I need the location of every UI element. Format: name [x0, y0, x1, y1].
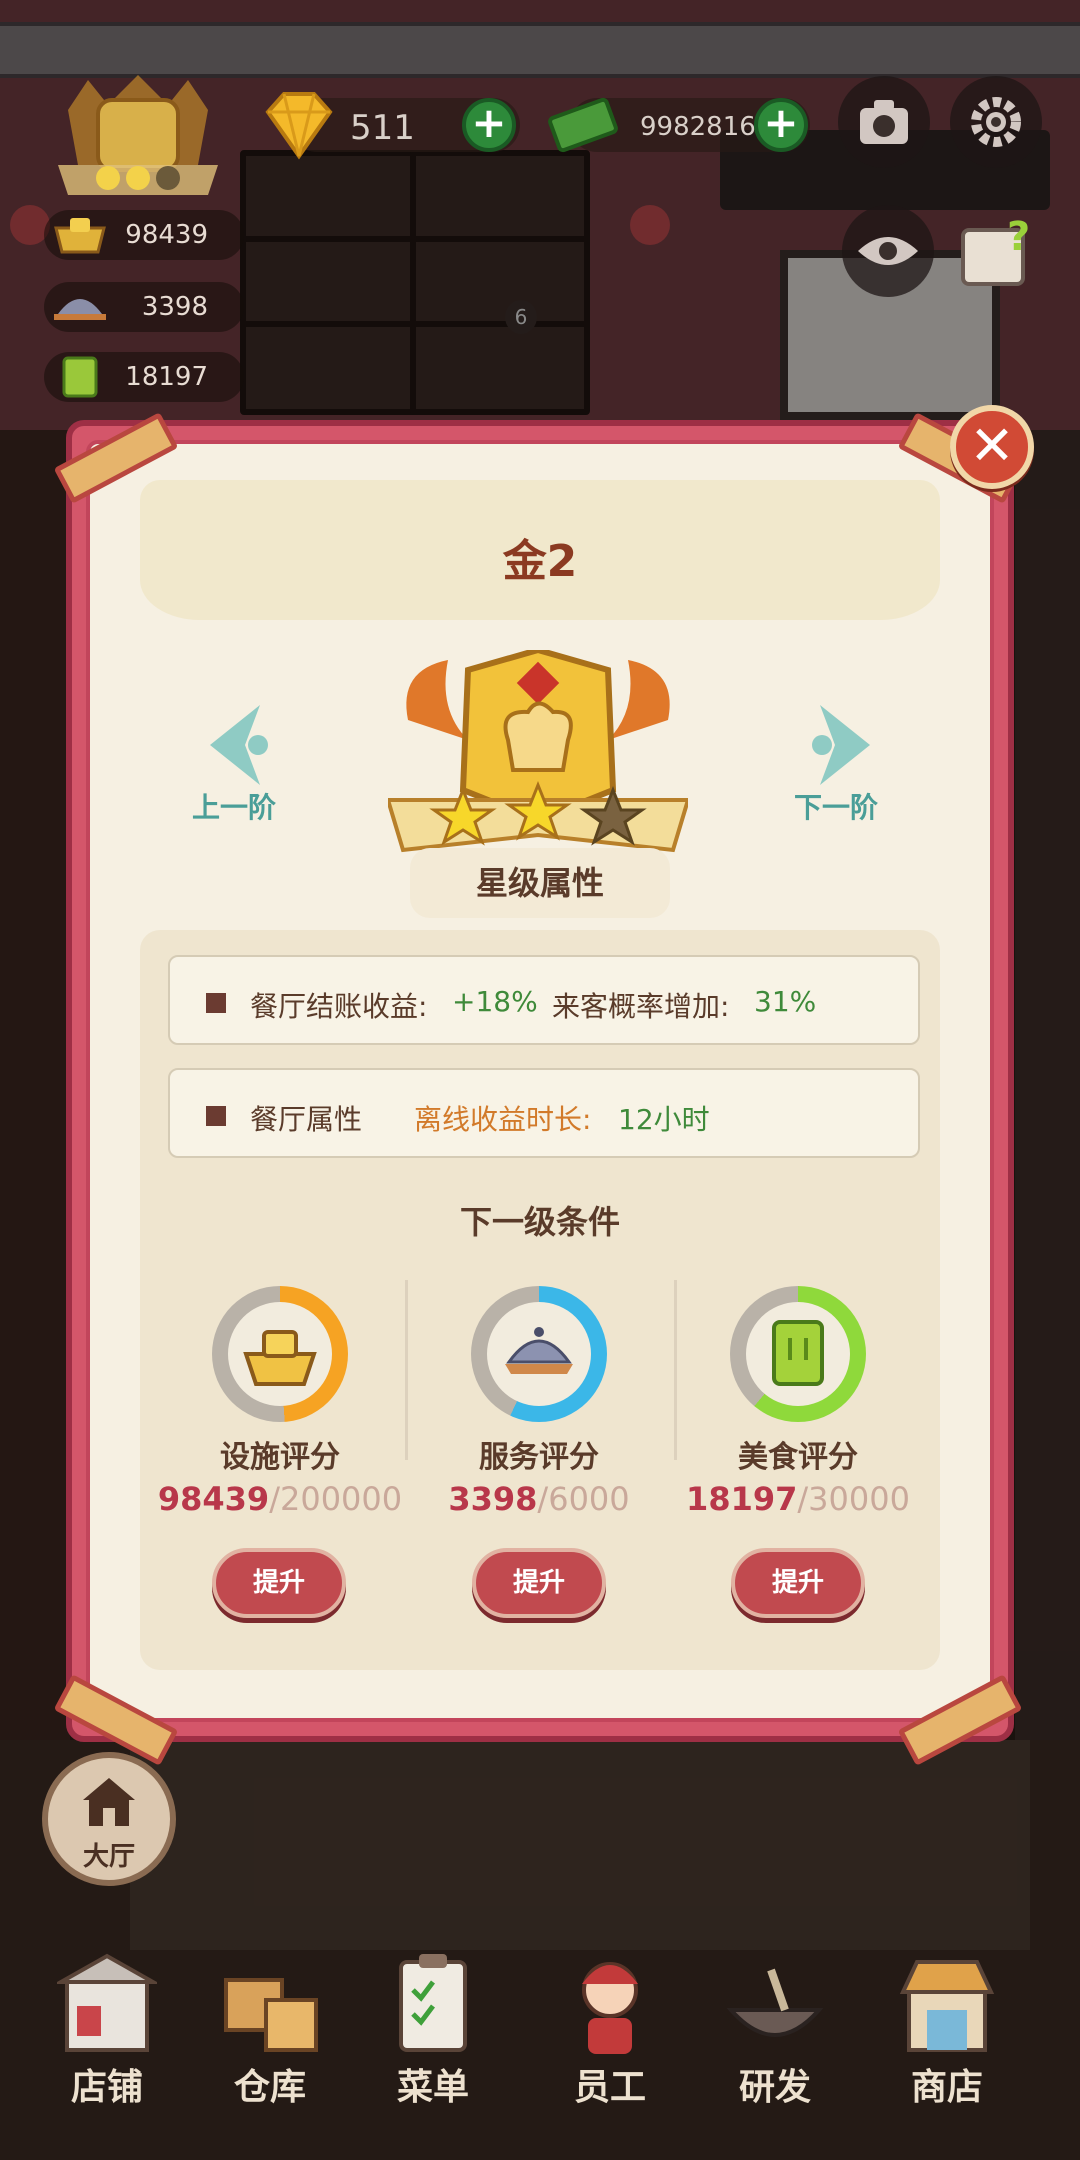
star-attributes-heading: 星级属性 — [410, 848, 670, 918]
upgrade-facility-button[interactable]: 提升 — [212, 1548, 346, 1618]
eye-icon — [858, 237, 918, 265]
upgrade-food-button[interactable]: 提升 — [731, 1548, 865, 1618]
cloche-icon — [54, 299, 106, 320]
gold-rank-badge-icon — [388, 650, 688, 853]
bullet-square — [206, 993, 226, 1013]
storefront-icon — [57, 1953, 157, 2052]
facility-stat: 98439 — [44, 210, 244, 260]
crates-icon — [224, 1978, 318, 2052]
wok-icon — [726, 1968, 824, 2037]
service-progress-ring — [471, 1286, 607, 1422]
camera-button[interactable] — [838, 76, 930, 168]
view-toggle-button[interactable] — [842, 205, 934, 297]
market-stall-icon — [899, 1960, 995, 2052]
nav-shop-front[interactable]: 店铺 — [32, 1950, 182, 2140]
upgrade-service-button[interactable]: 提升 — [472, 1548, 606, 1618]
recipe-book-icon — [772, 1320, 824, 1386]
facility-score-label: 设施评分 — [220, 1440, 340, 1475]
add-cash-button[interactable]: + — [754, 98, 808, 152]
close-button[interactable]: ✕ — [950, 405, 1034, 489]
help-book-icon[interactable]: ? — [955, 210, 1041, 296]
gold-ingot-icon — [54, 218, 106, 254]
food-progress-ring — [730, 1286, 866, 1422]
diamond-icon — [265, 92, 333, 160]
food-stat: 18197 — [44, 352, 244, 402]
bullet-square — [206, 1106, 226, 1126]
rank-title: 金2 — [502, 536, 578, 587]
house-icon — [83, 1778, 135, 1826]
prev-tier-label[interactable]: 上一阶 — [192, 786, 276, 826]
service-score-value: 3398/6000 — [448, 1480, 630, 1518]
service-stat: 3398 — [44, 282, 244, 332]
attribute-row-offline: 餐厅属性 离线收益时长: 12小时 — [168, 1068, 920, 1158]
add-diamonds-button[interactable]: + — [462, 98, 516, 152]
camera-icon — [860, 100, 908, 144]
next-tier-arrow-icon[interactable] — [800, 700, 880, 790]
gold-ingot-icon — [243, 1330, 317, 1386]
facility-progress-ring — [212, 1286, 348, 1422]
cash-stack-icon — [548, 97, 618, 153]
star-rank-badge-icon[interactable] — [48, 70, 228, 200]
food-score-value: 18197/30000 — [686, 1480, 910, 1518]
facility-score-value: 98439/200000 — [157, 1480, 403, 1518]
next-level-heading: 下一级条件 — [459, 1203, 620, 1241]
nav-research[interactable]: 研发 — [700, 1950, 850, 2140]
attribute-row-income: 餐厅结账收益: +18% 来客概率增加: 31% — [168, 955, 920, 1045]
waitress-icon — [582, 1962, 638, 2054]
prev-tier-arrow-icon[interactable] — [200, 700, 280, 790]
cloche-icon — [505, 1327, 573, 1374]
column-divider — [674, 1280, 677, 1460]
nav-store[interactable]: 商店 — [872, 1950, 1022, 2140]
next-tier-label[interactable]: 下一阶 — [794, 786, 878, 826]
settings-button[interactable] — [950, 76, 1042, 168]
hall-button[interactable]: 大厅 — [42, 1752, 176, 1886]
column-divider — [405, 1280, 408, 1460]
gear-icon — [971, 97, 1021, 147]
svg-text:?: ? — [1007, 214, 1030, 260]
service-score-label: 服务评分 — [479, 1440, 599, 1475]
food-score-label: 美食评分 — [738, 1440, 858, 1475]
clipboard-icon — [399, 1954, 467, 2052]
recipe-book-icon — [62, 356, 98, 398]
nav-staff[interactable]: 员工 — [535, 1950, 685, 2140]
nav-warehouse[interactable]: 仓库 — [195, 1950, 345, 2140]
nav-menu[interactable]: 菜单 — [358, 1950, 508, 2140]
